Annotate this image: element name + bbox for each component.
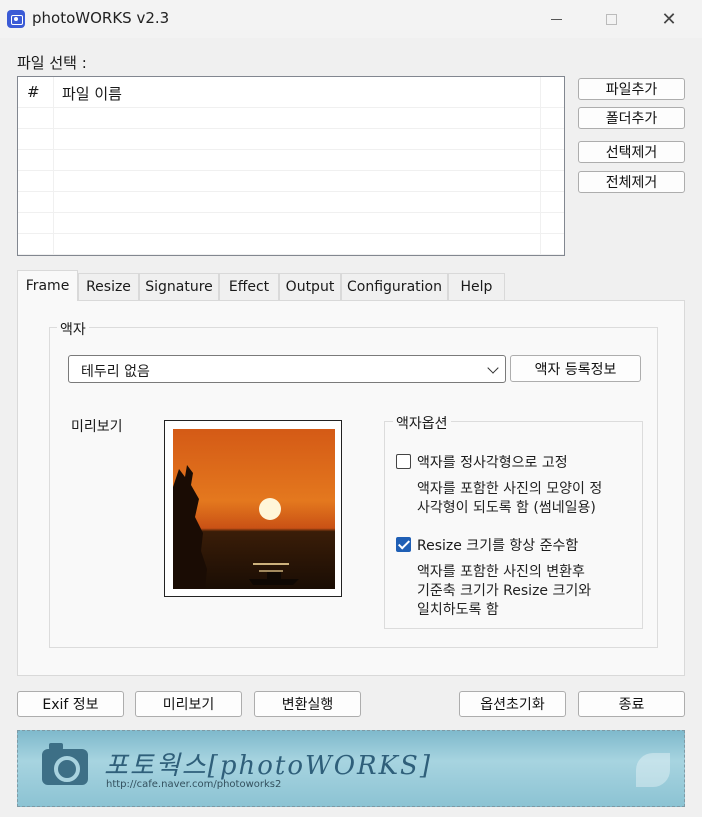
photoworks-banner[interactable]: 포토웍스[photoWORKS] http://cafe.naver.com/p…	[17, 730, 685, 807]
cliff-silhouette	[173, 465, 207, 589]
exif-info-button[interactable]: Exif 정보	[17, 691, 124, 717]
frame-select[interactable]: 테두리 없음	[68, 355, 506, 383]
file-list[interactable]: # 파일 이름	[17, 76, 565, 256]
file-list-row	[18, 234, 564, 255]
minimize-icon	[550, 18, 562, 20]
window-title: photoWORKS v2.3	[32, 9, 170, 27]
maximize-button[interactable]	[586, 0, 636, 38]
file-list-row	[18, 129, 564, 150]
leaf-icon	[636, 753, 670, 787]
frame-options-title: 액자옵션	[393, 413, 451, 433]
keep-resize-label[interactable]: Resize 크기를 항상 준수함	[417, 535, 578, 555]
banner-title: 포토웍스[photoWORKS]	[104, 751, 432, 781]
frame-select-value: 테두리 없음	[81, 364, 150, 380]
remove-all-button[interactable]: 전체제거	[578, 171, 685, 193]
sun-reflection	[253, 563, 289, 565]
file-list-row	[18, 213, 564, 234]
add-file-button[interactable]: 파일추가	[578, 78, 685, 100]
keep-resize-desc-line3: 일치하도록 함	[417, 602, 499, 618]
square-frame-desc-line1: 액자를 포함한 사진의 모양이 정	[417, 481, 603, 497]
square-frame-desc-line2: 사각형이 되도록 함 (썸네일용)	[417, 500, 596, 516]
column-divider	[53, 77, 54, 255]
file-list-row	[18, 108, 564, 129]
camera-app-icon	[7, 10, 25, 28]
preview-label: 미리보기	[71, 419, 123, 435]
preview-image-frame	[164, 420, 342, 597]
column-header-filename[interactable]: 파일 이름	[62, 83, 122, 104]
maximize-icon	[605, 13, 617, 25]
reset-options-button[interactable]: 옵션초기화	[459, 691, 566, 717]
tab-resize[interactable]: Resize	[78, 273, 139, 300]
square-frame-label[interactable]: 액자를 정사각형으로 고정	[417, 452, 568, 472]
convert-button[interactable]: 변환실행	[254, 691, 361, 717]
sun-shape	[259, 498, 281, 520]
keep-resize-desc-line1: 액자를 포함한 사진의 변환후	[417, 564, 585, 580]
sun-reflection	[259, 570, 283, 572]
close-icon: ✕	[661, 8, 677, 30]
boat-cabin	[267, 572, 281, 579]
add-folder-button[interactable]: 폴더추가	[578, 107, 685, 129]
keep-resize-desc-line2: 기준축 크기가 Resize 크기와	[417, 583, 592, 599]
preview-button[interactable]: 미리보기	[135, 691, 242, 717]
tab-output[interactable]: Output	[279, 273, 341, 300]
file-list-row	[18, 192, 564, 213]
file-select-label: 파일 선택 :	[17, 54, 87, 72]
minimize-button[interactable]	[531, 0, 581, 38]
close-button[interactable]: ✕	[644, 0, 694, 38]
tab-effect[interactable]: Effect	[219, 273, 279, 300]
tab-help[interactable]: Help	[448, 273, 505, 300]
banner-url: http://cafe.naver.com/photoworks2	[106, 779, 282, 790]
column-header-number[interactable]: #	[27, 83, 40, 101]
keep-resize-checkbox[interactable]	[396, 537, 411, 552]
square-frame-checkbox[interactable]	[396, 454, 411, 469]
file-list-row	[18, 150, 564, 171]
remove-selected-button[interactable]: 선택제거	[578, 141, 685, 163]
tab-configuration[interactable]: Configuration	[341, 273, 448, 300]
chevron-down-icon	[487, 362, 499, 374]
tab-signature[interactable]: Signature	[139, 273, 219, 300]
column-divider	[540, 77, 541, 255]
camera-icon	[42, 743, 88, 785]
file-list-row	[18, 171, 564, 192]
tab-frame[interactable]: Frame	[17, 270, 78, 301]
exit-button[interactable]: 종료	[578, 691, 685, 717]
frame-register-info-button[interactable]: 액자 등록정보	[510, 355, 641, 382]
frame-group-title: 액자	[57, 319, 89, 339]
sunset-preview-image	[173, 429, 335, 589]
boat-silhouette	[249, 579, 299, 585]
